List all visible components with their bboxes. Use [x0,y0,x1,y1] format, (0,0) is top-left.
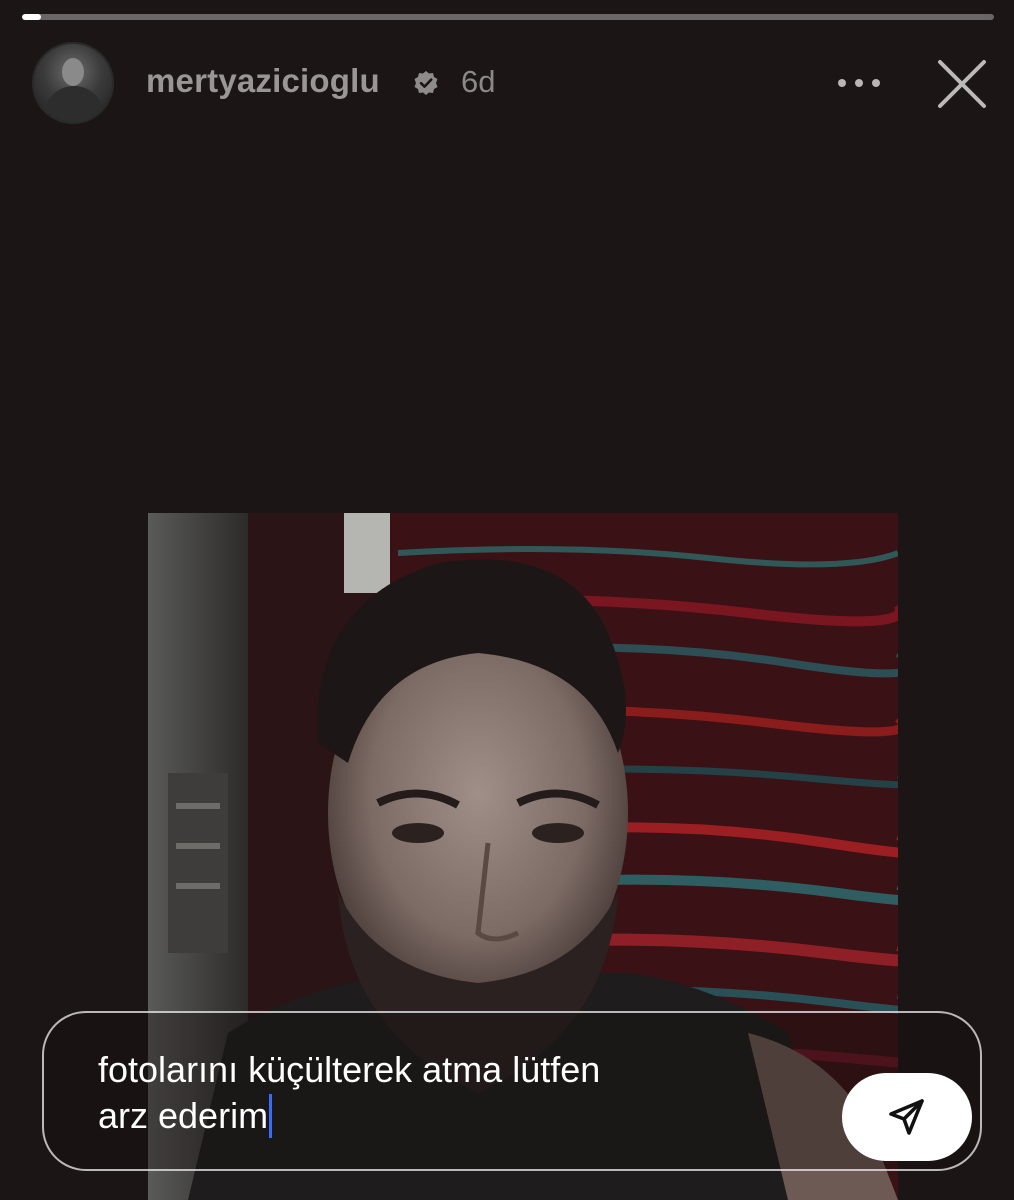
post-time: 6d [461,64,496,99]
reply-text-line-2-value: arz ederim [98,1095,269,1136]
username[interactable]: mertyazicioglu [146,62,380,100]
send-paper-plane-icon [889,1099,924,1135]
reply-input[interactable]: fotolarını küçülterek atma lütfen arz ed… [42,1011,982,1171]
close-icon[interactable] [934,56,990,112]
story-progress-bar [22,14,994,20]
story-progress-fill [22,14,42,20]
reply-text-line-1: fotolarını küçülterek atma lütfen [98,1049,601,1090]
reply-text-line-2: arz ederim [98,1093,798,1139]
send-button[interactable] [842,1073,972,1161]
verified-badge-icon [414,71,438,95]
avatar-body-shape [44,86,104,122]
more-options-icon[interactable] [836,72,882,94]
story-viewer: mertyazicioglu 6d fotolarını küçülterek … [0,0,1014,1200]
reply-input-text[interactable]: fotolarını küçülterek atma lütfen arz ed… [98,1047,798,1139]
avatar[interactable] [32,42,114,124]
avatar-head-shape [62,58,84,86]
text-caret [269,1094,273,1138]
